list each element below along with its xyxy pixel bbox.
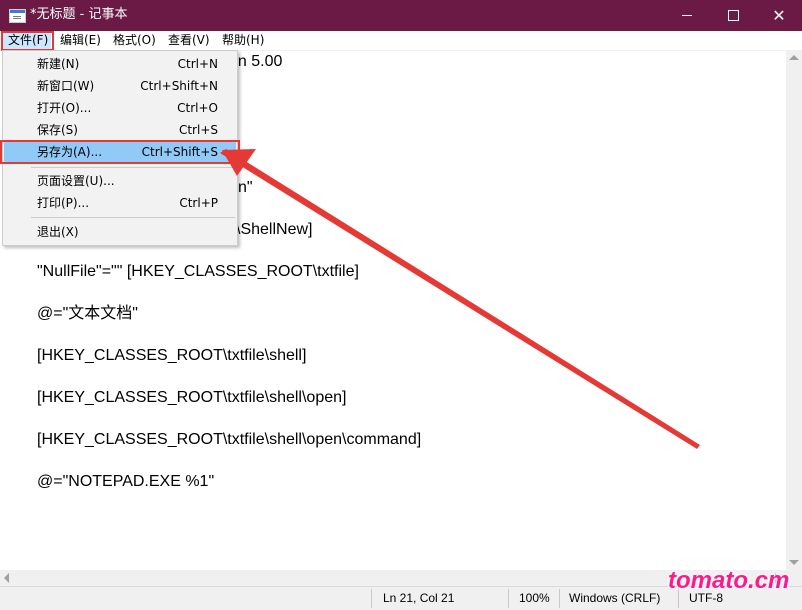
- maximize-button[interactable]: [710, 0, 756, 31]
- close-icon: ✕: [772, 5, 786, 25]
- scroll-left-icon[interactable]: [4, 573, 9, 583]
- menu-view[interactable]: 查看(V): [168, 32, 210, 49]
- menu-item-label: 页面设置(U)...: [37, 174, 115, 188]
- status-divider: [508, 589, 509, 608]
- menu-item-exit[interactable]: 退出(X): [4, 221, 236, 243]
- menu-item-label: 保存(S): [37, 123, 78, 137]
- save-as-annotation-box: [0, 140, 240, 164]
- minimize-button[interactable]: [664, 0, 710, 31]
- menu-item-label: 退出(X): [37, 225, 79, 239]
- menu-item-label: 打印(P)...: [37, 196, 90, 210]
- menu-item-label: 新建(N): [37, 57, 80, 71]
- menu-separator: [31, 167, 235, 168]
- menu-separator: [31, 217, 235, 218]
- menu-item-shortcut: Ctrl+N: [177, 57, 218, 71]
- menu-item-label: 新窗口(W): [37, 79, 95, 93]
- menu-item-page-setup[interactable]: 页面设置(U)...: [4, 170, 236, 192]
- editor-line: \ShellNew]: [236, 221, 313, 238]
- menu-item-print[interactable]: 打印(P)... Ctrl+P: [4, 192, 236, 214]
- menu-format[interactable]: 格式(O): [113, 32, 156, 49]
- editor-line: [HKEY_CLASSES_ROOT\txtfile\shell\open]: [37, 389, 347, 406]
- menu-item-save[interactable]: 保存(S) Ctrl+S: [4, 119, 236, 141]
- editor-line: "NullFile"="" [HKEY_CLASSES_ROOT\txtfile…: [37, 263, 359, 280]
- close-button[interactable]: ✕: [756, 0, 802, 31]
- editor-line: n": [238, 179, 253, 196]
- status-divider: [559, 589, 560, 608]
- maximize-icon: [727, 10, 739, 21]
- menu-item-new[interactable]: 新建(N) Ctrl+N: [4, 53, 236, 75]
- editor-line: @="文本文档": [37, 305, 138, 322]
- menu-edit[interactable]: 编辑(E): [60, 32, 101, 49]
- line-ending: Windows (CRLF): [569, 591, 661, 605]
- menu-item-shortcut: Ctrl+Shift+N: [140, 79, 218, 93]
- menu-item-new-window[interactable]: 新窗口(W) Ctrl+Shift+N: [4, 75, 236, 97]
- editor-line: [HKEY_CLASSES_ROOT\txtfile\shell\open\co…: [37, 431, 422, 448]
- menu-item-open[interactable]: 打开(O)... Ctrl+O: [4, 97, 236, 119]
- menu-bar: 文件(F) 编辑(E) 格式(O) 查看(V) 帮助(H): [0, 31, 802, 51]
- window-title: *无标题 - 记事本: [30, 7, 128, 22]
- menu-item-label: 打开(O)...: [37, 101, 92, 115]
- watermark: tomato.cm: [668, 567, 790, 594]
- scroll-up-icon[interactable]: [789, 55, 799, 60]
- editor-line: @="NOTEPAD.EXE %1": [37, 473, 215, 490]
- notepad-app-icon[interactable]: [9, 9, 26, 23]
- cursor-position: Ln 21, Col 21: [383, 591, 455, 605]
- menu-item-shortcut: Ctrl+S: [178, 123, 218, 137]
- menu-item-shortcut: Ctrl+O: [177, 101, 218, 115]
- zoom-level: 100%: [519, 591, 550, 605]
- minimize-icon: [682, 15, 692, 16]
- scroll-down-icon[interactable]: [789, 560, 799, 565]
- title-bar[interactable]: *无标题 - 记事本 ✕: [0, 0, 802, 31]
- menu-help[interactable]: 帮助(H): [222, 32, 264, 49]
- vertical-scrollbar[interactable]: [786, 51, 802, 570]
- file-menu-annotation-box: [1, 31, 54, 51]
- status-divider: [371, 589, 372, 608]
- menu-item-shortcut: Ctrl+P: [179, 196, 218, 210]
- editor-line: [HKEY_CLASSES_ROOT\txtfile\shell]: [37, 347, 307, 364]
